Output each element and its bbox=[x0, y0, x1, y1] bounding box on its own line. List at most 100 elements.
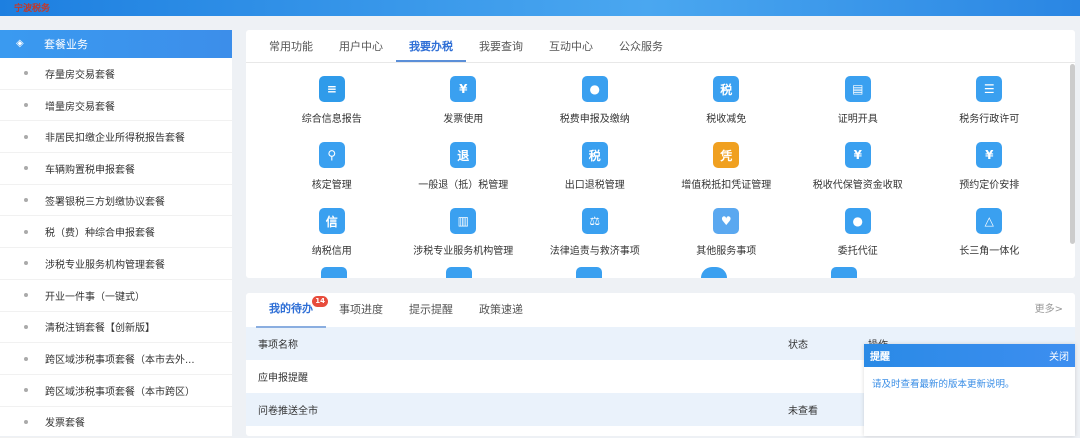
sidebar-item-label: 车辆购置税申报套餐 bbox=[45, 164, 135, 176]
function-icon: ¥ bbox=[844, 142, 871, 168]
tab[interactable]: 用户中心 bbox=[326, 30, 396, 62]
bullet-icon bbox=[24, 356, 28, 361]
tab-label: 政策速递 bbox=[479, 303, 523, 316]
column-header: 事项名称 bbox=[258, 340, 298, 351]
sidebar-item-label: 跨区域涉税事项套餐（本市跨区） bbox=[45, 386, 195, 398]
function-item[interactable]: ¥ 发票使用 bbox=[398, 71, 530, 133]
function-item[interactable]: 凭增值税抵扣凭证管理 bbox=[661, 137, 793, 199]
tab[interactable]: 我要查询 bbox=[466, 30, 536, 62]
function-icon: 税 bbox=[581, 142, 608, 168]
function-icon: ♥ bbox=[713, 208, 740, 234]
function-icon-partial bbox=[321, 267, 347, 278]
item-name[interactable]: 应申报提醒 bbox=[258, 369, 778, 384]
function-icon-partial bbox=[701, 267, 727, 278]
sidebar-item[interactable]: 跨区域涉税事项套餐（本市去外... bbox=[0, 343, 232, 375]
popup-message[interactable]: 请及时查看最新的版本更新说明。 bbox=[864, 367, 1075, 399]
bullet-icon bbox=[24, 419, 28, 424]
bullet-icon bbox=[24, 198, 28, 203]
tab-label: 提示提醒 bbox=[409, 303, 453, 316]
tab-label: 我的待办 bbox=[269, 302, 313, 315]
function-item[interactable]: ⚲ 核定管理 bbox=[266, 137, 398, 199]
function-label: 一般退（抵）税管理 bbox=[418, 180, 509, 191]
bullet-icon bbox=[24, 134, 28, 139]
sidebar-item-label: 开业一件事（一键式） bbox=[45, 291, 145, 303]
sidebar-item-label: 跨区域涉税事项套餐（本市去外... bbox=[45, 355, 195, 367]
function-item[interactable]: ▥ 涉税专业服务机构管理 bbox=[398, 203, 530, 265]
sidebar-item[interactable]: 税（费）种综合申报套餐 bbox=[0, 216, 232, 249]
function-icon-partial bbox=[576, 267, 602, 278]
tab[interactable]: 我要办税 bbox=[396, 30, 466, 62]
function-item[interactable]: ● 税费申报及缴纳 bbox=[529, 71, 661, 133]
function-item[interactable]: △ 长三角一体化 bbox=[924, 203, 1056, 265]
function-icon: ≡ bbox=[318, 76, 345, 102]
sidebar-item[interactable]: 车辆购置税申报套餐 bbox=[0, 153, 232, 185]
function-item[interactable]: ¥ 预约定价安排 bbox=[924, 137, 1056, 199]
function-item[interactable]: ▤ 证明开具 bbox=[792, 71, 924, 133]
sidebar-item[interactable]: 发票套餐 bbox=[0, 407, 232, 438]
function-label: 核定管理 bbox=[311, 180, 352, 191]
function-item[interactable]: 退一般退（抵）税管理 bbox=[398, 137, 530, 199]
bullet-icon bbox=[24, 261, 28, 266]
sidebar-item[interactable]: 签署银税三方划缴协议套餐 bbox=[0, 185, 232, 217]
function-label: 长三角一体化 bbox=[959, 246, 1020, 257]
scrollbar[interactable] bbox=[1070, 64, 1075, 244]
sidebar-header[interactable]: ◈ 套餐业务 bbox=[0, 30, 232, 58]
todo-tab[interactable]: 我的待办 14 bbox=[256, 292, 328, 328]
function-label: 增值税抵扣凭证管理 bbox=[681, 180, 772, 191]
layers-icon: ◈ bbox=[16, 38, 24, 49]
tab[interactable]: 公众服务 bbox=[606, 30, 676, 62]
function-icon: △ bbox=[976, 208, 1003, 234]
sidebar-item[interactable]: 跨区域涉税事项套餐（本市跨区） bbox=[0, 375, 232, 407]
function-icon-partial bbox=[831, 267, 857, 278]
function-item[interactable]: ☰ 税务行政许可 bbox=[924, 71, 1056, 133]
sidebar: ◈ 套餐业务 存量房交易套餐 增量房交易套餐非居民扣缴企业所得税报告套餐 车辆购置税申… bbox=[0, 30, 232, 438]
more-link[interactable]: 更多> bbox=[1035, 293, 1063, 327]
function-icon: 凭 bbox=[713, 142, 740, 168]
function-item[interactable]: 税出口退税管理 bbox=[529, 137, 661, 199]
todo-tab[interactable]: 事项进度 bbox=[326, 293, 396, 327]
sidebar-item[interactable]: 清税注销套餐【创新版】 bbox=[0, 312, 232, 344]
tab-label: 事项进度 bbox=[339, 303, 383, 316]
function-item[interactable]: ⚖ 法律追责与救济事项 bbox=[529, 203, 661, 265]
function-icon: ⚲ bbox=[318, 142, 345, 168]
function-item[interactable]: ¥ 税收代保管资金收取 bbox=[792, 137, 924, 199]
function-label: 税费申报及缴纳 bbox=[559, 114, 630, 125]
function-icon: 信 bbox=[318, 208, 345, 234]
close-button[interactable]: 关闭 bbox=[1049, 348, 1069, 363]
function-icon: ● bbox=[581, 76, 608, 102]
function-item[interactable]: 信纳税信用 bbox=[266, 203, 398, 265]
sidebar-item[interactable]: 存量房交易套餐 bbox=[0, 58, 232, 90]
function-label: 证明开具 bbox=[837, 114, 878, 125]
bullet-icon bbox=[24, 229, 28, 234]
top-banner: 宁波税务 bbox=[0, 0, 1080, 16]
function-panel: 常用功能 用户中心 我要办税 我要查询 互动中心 公众服务 ≡ 综合信息报告 ¥ 发票使用 ● 税费… bbox=[246, 30, 1075, 278]
item-name[interactable]: 问卷推送全市 bbox=[258, 402, 778, 417]
sidebar-item[interactable]: 涉税专业服务机构管理套餐 bbox=[0, 248, 232, 280]
sidebar-item-label: 涉税专业服务机构管理套餐 bbox=[45, 259, 165, 271]
function-icon: 退 bbox=[450, 142, 477, 168]
sidebar-item[interactable]: 非居民扣缴企业所得税报告套餐 bbox=[0, 121, 232, 154]
sidebar-item-label: 非居民扣缴企业所得税报告套餐 bbox=[45, 133, 185, 145]
todo-tab[interactable]: 政策速递 bbox=[466, 293, 536, 327]
todo-tab[interactable]: 提示提醒 bbox=[396, 293, 466, 327]
function-item[interactable]: ≡ 综合信息报告 bbox=[266, 71, 398, 133]
function-label: 税收代保管资金收取 bbox=[812, 180, 903, 191]
function-item[interactable]: ♥ 其他服务事项 bbox=[661, 203, 793, 265]
function-label: 发票使用 bbox=[443, 114, 484, 125]
sidebar-item[interactable]: 开业一件事（一键式） bbox=[0, 280, 232, 312]
sidebar-item[interactable]: 增量房交易套餐 bbox=[0, 90, 232, 122]
function-icon: ● bbox=[844, 208, 871, 234]
function-item[interactable]: 税税收减免 bbox=[661, 71, 793, 133]
item-status: 未查看 bbox=[788, 406, 818, 417]
function-label: 预约定价安排 bbox=[959, 180, 1020, 191]
function-icon: ¥ bbox=[976, 142, 1003, 168]
function-icon: ▤ bbox=[844, 76, 871, 102]
function-item[interactable]: ● 委托代征 bbox=[792, 203, 924, 265]
tab[interactable]: 互动中心 bbox=[536, 30, 606, 62]
popup-title: 提醒 bbox=[870, 352, 890, 363]
function-icon: ⚖ bbox=[581, 208, 608, 234]
function-label: 综合信息报告 bbox=[301, 114, 362, 125]
function-label: 委托代征 bbox=[837, 246, 878, 257]
column-header: 状态 bbox=[788, 340, 808, 351]
tab[interactable]: 常用功能 bbox=[256, 30, 326, 62]
